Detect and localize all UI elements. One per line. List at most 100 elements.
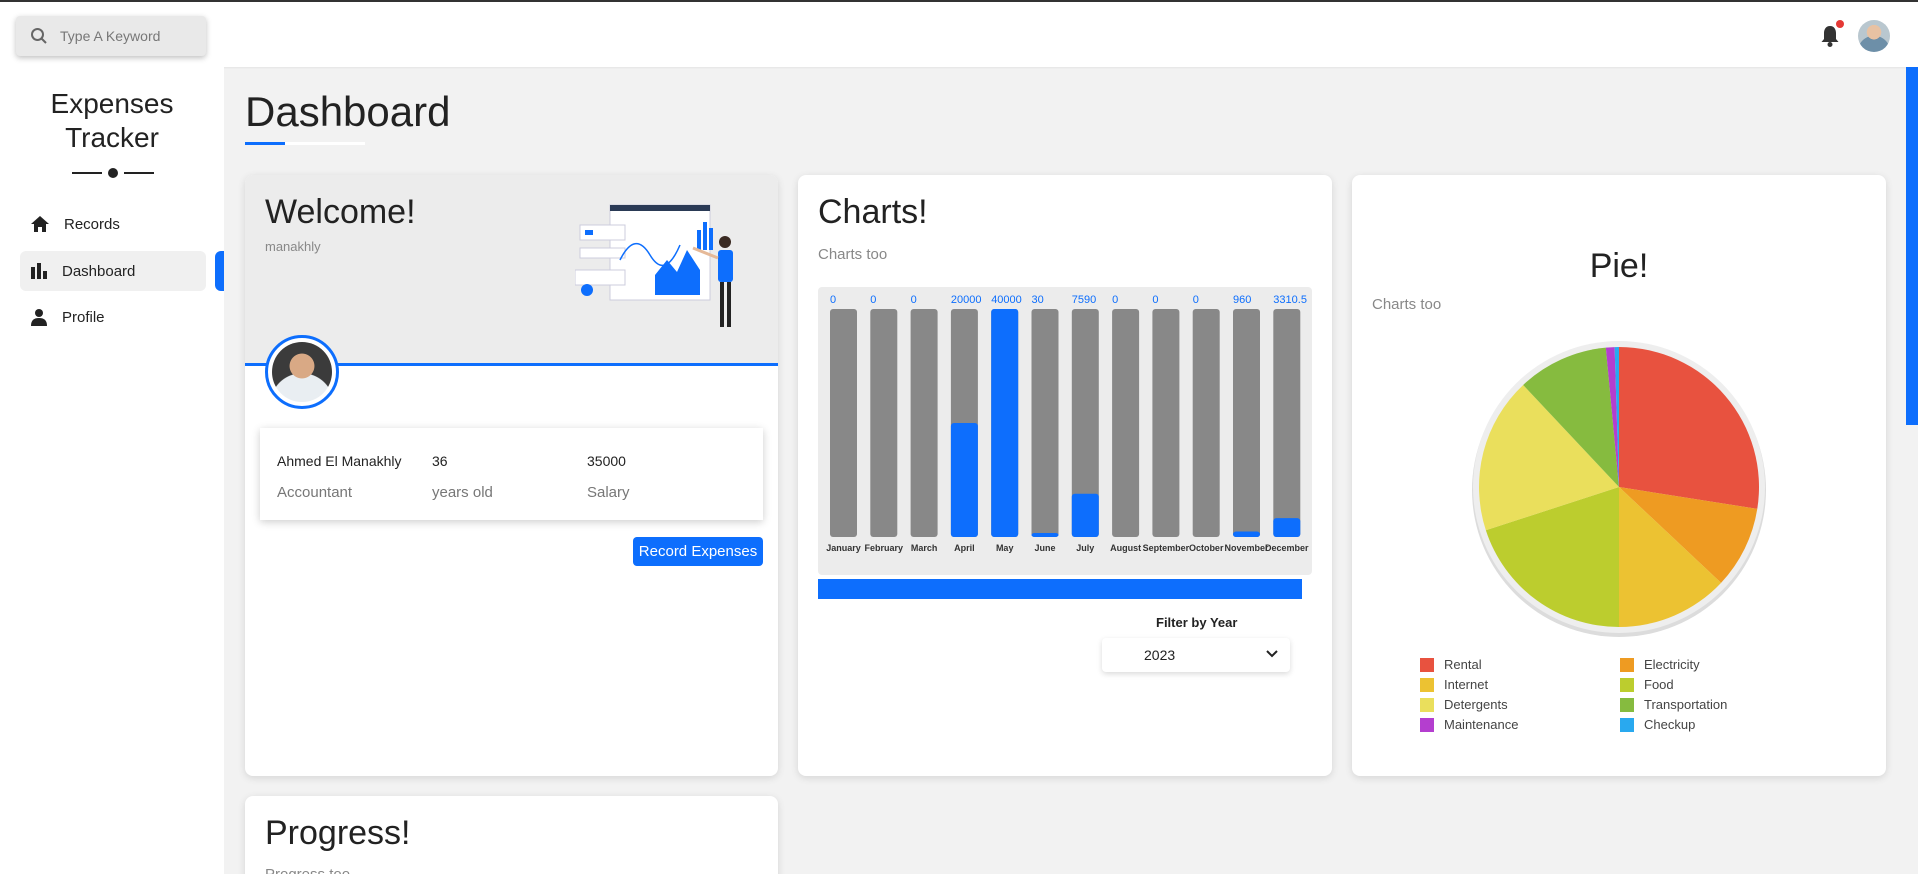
profile-avatar xyxy=(265,335,339,409)
profile-age-label: years old xyxy=(432,484,493,501)
sidebar-item-dashboard[interactable]: Dashboard xyxy=(20,251,206,291)
bar-track xyxy=(1233,309,1260,537)
title-underline xyxy=(245,142,285,145)
year-select[interactable]: 2023 xyxy=(1102,638,1290,672)
sidebar-item-label: Dashboard xyxy=(62,262,136,280)
bar-track xyxy=(1192,309,1220,537)
welcome-card: Welcome! manakhly Ahmed El Manakhly 36 3… xyxy=(245,175,778,776)
legend-label: Maintenance xyxy=(1444,717,1519,732)
bar-category-label: February xyxy=(865,543,904,553)
brand-line-2: Tracker xyxy=(65,122,159,153)
profile-salary: 35000 xyxy=(587,453,626,469)
sidebar: Expenses Tracker Records Dashboard Profi… xyxy=(0,67,224,874)
bar-value-label: 40000 xyxy=(991,294,1022,306)
legend-swatch xyxy=(1420,697,1434,712)
legend-swatch xyxy=(1420,717,1434,732)
bar-value-label: 20000 xyxy=(951,294,982,306)
bar-july[interactable] xyxy=(1071,493,1099,537)
bar-value-label: 0 xyxy=(1152,294,1158,306)
bar-track xyxy=(1112,309,1140,537)
bar-track xyxy=(870,309,898,537)
legend-label: Transportation xyxy=(1644,697,1728,712)
brand-line-1: Expenses xyxy=(50,88,174,119)
dashboard-illustration-icon xyxy=(575,204,733,327)
legend-swatch xyxy=(1420,657,1434,672)
legend-label: Food xyxy=(1644,677,1674,692)
bar-november[interactable] xyxy=(1233,531,1260,537)
bar-value-label: 0 xyxy=(1193,294,1199,306)
legend-item[interactable]: Detergents xyxy=(1420,697,1508,712)
bar-category-label: June xyxy=(1034,543,1055,553)
bar-track xyxy=(1152,309,1180,537)
bar-chart-svg: 0 January 0 February 0 March 20000 April 40000 Ma… xyxy=(826,294,1309,553)
bar-category-label: January xyxy=(826,543,861,553)
pie-slice-rental[interactable] xyxy=(1619,347,1759,509)
bar-june[interactable] xyxy=(1031,533,1059,537)
bar-value-label: 960 xyxy=(1233,294,1251,306)
progress-title: Progress! xyxy=(265,814,411,852)
record-expenses-button[interactable]: Record Expenses xyxy=(633,537,763,566)
title-underline-light xyxy=(285,142,365,145)
legend-label: Checkup xyxy=(1644,717,1696,732)
user-avatar[interactable] xyxy=(1858,20,1890,52)
profile-info-box: Ahmed El Manakhly 36 35000 Accountant ye… xyxy=(260,428,763,520)
bar-track xyxy=(1273,309,1301,537)
bar-track xyxy=(910,309,938,537)
brand-divider-icon xyxy=(72,168,154,178)
bar-category-label: October xyxy=(1189,543,1224,553)
filter-year-label: Filter by Year xyxy=(1156,615,1238,630)
bar-value-label: 0 xyxy=(1112,294,1118,306)
chevron-down-icon xyxy=(1266,650,1278,658)
legend-item[interactable]: Internet xyxy=(1420,677,1488,692)
legend-item[interactable]: Food xyxy=(1620,677,1674,692)
bar-category-label: April xyxy=(954,543,975,553)
bar-value-label: 0 xyxy=(870,294,876,306)
chart-horizontal-scrollbar[interactable] xyxy=(818,579,1302,599)
bar-april[interactable] xyxy=(950,423,978,537)
page-scrollbar[interactable] xyxy=(1906,67,1918,425)
legend-item[interactable]: Electricity xyxy=(1620,657,1700,672)
bar-category-label: August xyxy=(1110,543,1141,553)
progress-card: Progress! Progress too xyxy=(245,796,778,874)
pie-card: Pie! Charts too Rental Electricity Inter… xyxy=(1352,175,1886,776)
pie-title: Pie! xyxy=(1589,247,1649,285)
notification-badge xyxy=(1836,20,1844,28)
bar-december[interactable] xyxy=(1273,518,1301,537)
profile-age: 36 xyxy=(432,453,448,469)
legend-label: Internet xyxy=(1444,677,1489,692)
charts-subtitle: Charts too xyxy=(818,246,888,263)
expenses-pie-chart[interactable] xyxy=(1467,335,1771,639)
bar-category-label: September xyxy=(1143,543,1190,553)
welcome-username: manakhly xyxy=(265,239,321,254)
legend-swatch xyxy=(1620,697,1634,712)
sidebar-item-profile[interactable]: Profile xyxy=(20,297,206,337)
bar-category-label: November xyxy=(1224,543,1269,553)
charts-card: Charts! Charts too 0 January 0 February 0 Mar… xyxy=(798,175,1332,776)
legend-item[interactable]: Transportation xyxy=(1620,697,1727,712)
bar-value-label: 7590 xyxy=(1072,294,1096,306)
progress-subtitle: Progress too xyxy=(265,866,350,874)
legend-item[interactable]: Checkup xyxy=(1620,717,1695,732)
legend-swatch xyxy=(1420,677,1434,692)
legend-item[interactable]: Maintenance xyxy=(1420,717,1518,732)
legend-label: Rental xyxy=(1444,657,1482,672)
bar-category-label: July xyxy=(1076,543,1094,553)
monthly-bar-chart[interactable]: 0 January 0 February 0 March 20000 April 40000 Ma… xyxy=(818,287,1312,575)
user-icon xyxy=(31,309,47,326)
search-input[interactable] xyxy=(60,28,190,44)
sidebar-item-records[interactable]: Records xyxy=(20,204,206,244)
search-box[interactable] xyxy=(16,16,206,56)
brand-title: Expenses Tracker xyxy=(0,87,224,155)
bar-may[interactable] xyxy=(991,309,1019,537)
legend-label: Electricity xyxy=(1644,657,1700,672)
bar-value-label: 0 xyxy=(911,294,917,306)
profile-name: Ahmed El Manakhly xyxy=(277,453,402,469)
legend-item[interactable]: Rental xyxy=(1420,657,1482,672)
legend-swatch xyxy=(1620,677,1634,692)
bar-category-label: March xyxy=(911,543,938,553)
sidebar-item-label: Profile xyxy=(62,308,105,326)
profile-salary-label: Salary xyxy=(587,484,630,501)
bar-value-label: 0 xyxy=(830,294,836,306)
page-title: Dashboard xyxy=(245,88,451,135)
charts-title: Charts! xyxy=(818,193,928,231)
